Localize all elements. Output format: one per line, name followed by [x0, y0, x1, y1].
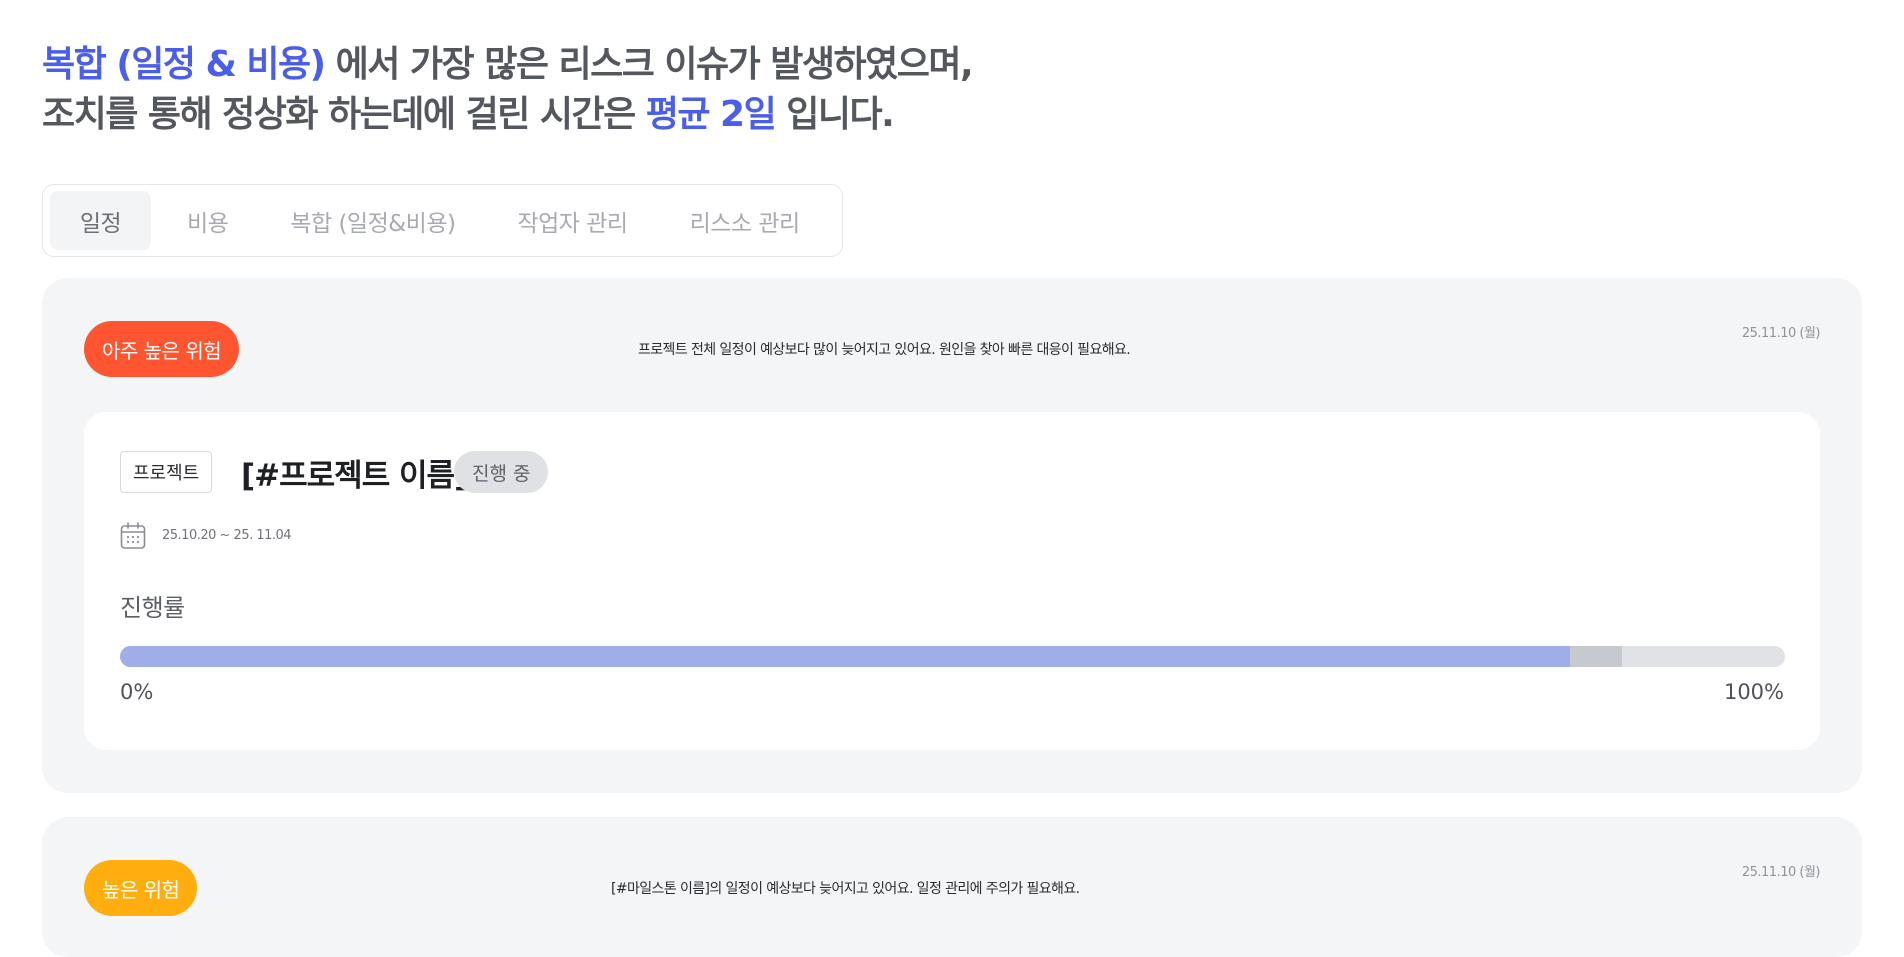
summary-headline: 복합 (일정 & 비용) 에서 가장 많은 리스크 이슈가 발생하였으며, 조치… [42, 40, 974, 140]
project-date-range: 25.10.20 ~ 25. 11.04 [162, 528, 292, 543]
risk-level-badge: 아주 높은 위험 [84, 321, 240, 377]
risk-message: [#마일스톤 이름]의 일정이 예상보다 늦어지고 있어요. 일정 관리에 주의… [611, 881, 1080, 897]
progress-bar-fill [120, 646, 1571, 667]
headline-line-1: 복합 (일정 & 비용) 에서 가장 많은 리스크 이슈가 발생하였으며, [42, 40, 974, 90]
risk-card: 아주 높은 위험 프로젝트 전체 일정이 예상보다 많이 늦어지고 있어요. 원… [42, 278, 1862, 793]
project-name[interactable]: [#프로젝트 이름] [241, 450, 468, 495]
project-detail-panel: 프로젝트 [#프로젝트 이름] 진행 중 25.10.20 ~ 25. 11.0… [84, 412, 1820, 750]
headline-text: 에서 가장 많은 리스크 이슈가 발생하였으며, [324, 44, 974, 85]
progress-min-label: 0% [120, 680, 154, 704]
risk-date: 25.11.10 (월) [1741, 865, 1821, 880]
calendar-icon [120, 522, 146, 549]
headline-highlight-average: 평균 2일 [645, 94, 777, 135]
progress-bar [120, 646, 1785, 667]
risk-type-tabs: 일정 비용 복합 (일정&비용) 작업자 관리 리스소 관리 [42, 184, 843, 257]
progress-max-label: 100% [1723, 680, 1784, 704]
headline-text: 입니다. [775, 94, 895, 135]
risk-message: 프로젝트 전체 일정이 예상보다 많이 늦어지고 있어요. 원인을 찾아 빠른 … [638, 342, 1131, 358]
tab-cost[interactable]: 비용 [161, 191, 254, 250]
headline-line-2: 조치를 통해 정상화 하는데에 걸린 시간은 평균 2일 입니다. [42, 90, 972, 140]
tab-combined[interactable]: 복합 (일정&비용) [264, 191, 481, 250]
progress-bar-expected-segment [1570, 646, 1622, 667]
tab-schedule[interactable]: 일정 [50, 191, 151, 250]
risk-card: 높은 위험 [#마일스톤 이름]의 일정이 예상보다 늦어지고 있어요. 일정 … [42, 817, 1862, 957]
status-badge: 진행 중 [454, 451, 549, 493]
headline-highlight-category: 복합 (일정 & 비용) [42, 44, 326, 85]
headline-text: 조치를 통해 정상화 하는데에 걸린 시간은 [42, 94, 646, 135]
risk-level-badge: 높은 위험 [84, 860, 198, 916]
tab-resource-management[interactable]: 리스소 관리 [664, 191, 826, 250]
risk-date: 25.11.10 (월) [1741, 326, 1821, 341]
tab-worker-management[interactable]: 작업자 관리 [491, 191, 653, 250]
project-tag: 프로젝트 [120, 451, 213, 493]
progress-label: 진행률 [120, 594, 185, 622]
